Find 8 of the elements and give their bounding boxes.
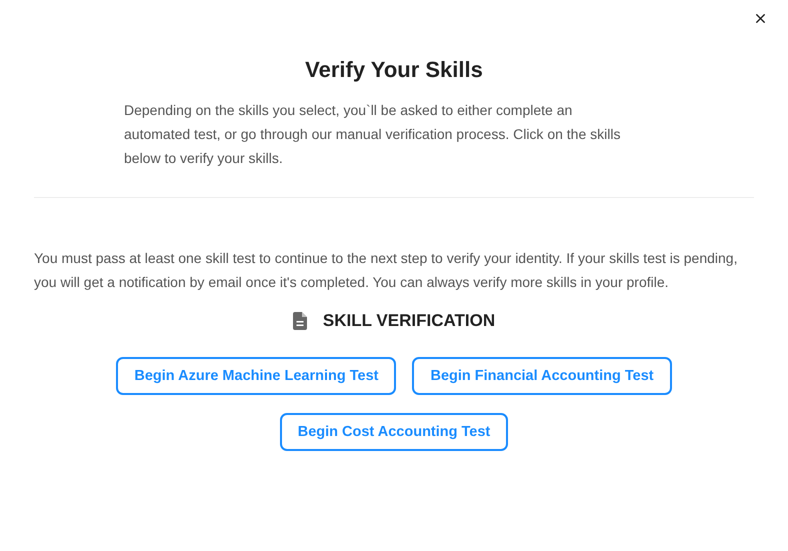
- begin-test-button[interactable]: Begin Azure Machine Learning Test: [116, 357, 396, 395]
- section-heading: SKILL VERIFICATION: [322, 311, 496, 331]
- dialog-title: Verify Your Skills: [305, 56, 483, 84]
- notice-text: You must pass at least one skill test to continue to the next step to verify your identity. If your skills test is pending, you will get a notification by email once it's completed. You can always verify more skills in your profile.: [34, 249, 738, 292]
- intro-text: Depending on the skills you select, you`ll be asked to either complete an automated test, or go through our manual verification process. Click on the skills below to verify your skills.: [124, 101, 622, 168]
- document-icon: [292, 312, 307, 330]
- begin-test-button[interactable]: Begin Financial Accounting Test: [412, 357, 672, 395]
- begin-test-button[interactable]: Begin Cost Accounting Test: [280, 413, 508, 451]
